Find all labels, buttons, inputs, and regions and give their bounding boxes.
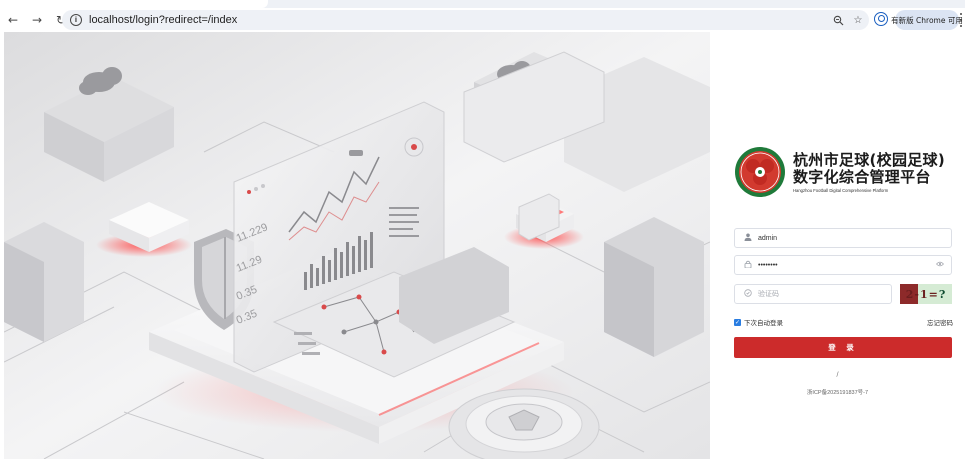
football-emblem bbox=[448, 388, 600, 459]
captcha-field[interactable]: 验证码 bbox=[734, 284, 892, 304]
brand-header: 杭州市足球(校园足球) 数字化综合管理平台 Hangzhou Football … bbox=[734, 146, 945, 198]
captcha-question: ? bbox=[938, 287, 947, 301]
username-value[interactable]: admin bbox=[758, 235, 777, 242]
shield-check-icon bbox=[741, 289, 755, 299]
login-panel: 杭州市足球(校园足球) 数字化综合管理平台 Hangzhou Football … bbox=[710, 32, 965, 459]
brand-title-line1: 杭州市足球(校园足球) bbox=[793, 150, 946, 169]
url-text[interactable]: localhost/login?redirect=/index bbox=[89, 14, 237, 26]
remember-me[interactable]: ✓ 下次自动登录 bbox=[734, 317, 783, 327]
captcha-text: 2-1= bbox=[905, 287, 939, 301]
forward-icon[interactable]: → bbox=[28, 11, 46, 29]
captcha-image[interactable]: 2-1=? bbox=[900, 284, 952, 304]
icp-record-link[interactable]: 浙ICP备2025191837号-7 bbox=[710, 388, 965, 396]
browser-chrome: ← → ↻ i localhost/login?redirect=/index … bbox=[0, 0, 965, 32]
navigation-bar: ← → ↻ i localhost/login?redirect=/index … bbox=[0, 8, 965, 32]
address-bar[interactable]: i localhost/login?redirect=/index ☆ bbox=[62, 10, 869, 30]
remember-checkbox[interactable]: ✓ bbox=[734, 318, 741, 326]
user-icon bbox=[741, 233, 755, 243]
forgot-password-link[interactable]: 忘记密码 bbox=[927, 317, 953, 327]
lock-icon bbox=[741, 260, 755, 270]
tab-strip bbox=[0, 0, 965, 8]
hero-illustration: 11.229 11.29 0.35 0.35 bbox=[4, 32, 710, 459]
remember-label[interactable]: 下次自动登录 bbox=[744, 317, 783, 327]
kebab-menu-icon[interactable] bbox=[959, 13, 963, 27]
password-value[interactable]: •••••••• bbox=[758, 262, 778, 269]
back-icon[interactable]: ← bbox=[4, 11, 22, 29]
star-icon[interactable]: ☆ bbox=[851, 13, 865, 27]
eye-icon[interactable] bbox=[936, 261, 944, 269]
profile-icon[interactable] bbox=[874, 12, 888, 26]
info-icon[interactable]: i bbox=[70, 14, 82, 26]
username-field[interactable]: admin bbox=[734, 228, 952, 248]
association-logo bbox=[734, 146, 786, 198]
password-field[interactable]: •••••••• bbox=[734, 255, 952, 275]
brand-subtitle: Hangzhou Football Digital Comprehensive … bbox=[793, 187, 889, 193]
login-button[interactable]: 登 录 bbox=[734, 337, 952, 358]
active-tab[interactable] bbox=[0, 0, 268, 8]
chrome-update-button[interactable]: 有新版 Chrome 可用 bbox=[891, 10, 963, 30]
footer-separator: / bbox=[836, 371, 839, 378]
brand-title-line2: 数字化综合管理平台 bbox=[793, 167, 931, 186]
captcha-placeholder[interactable]: 验证码 bbox=[758, 289, 779, 299]
zoom-icon[interactable] bbox=[831, 13, 845, 27]
